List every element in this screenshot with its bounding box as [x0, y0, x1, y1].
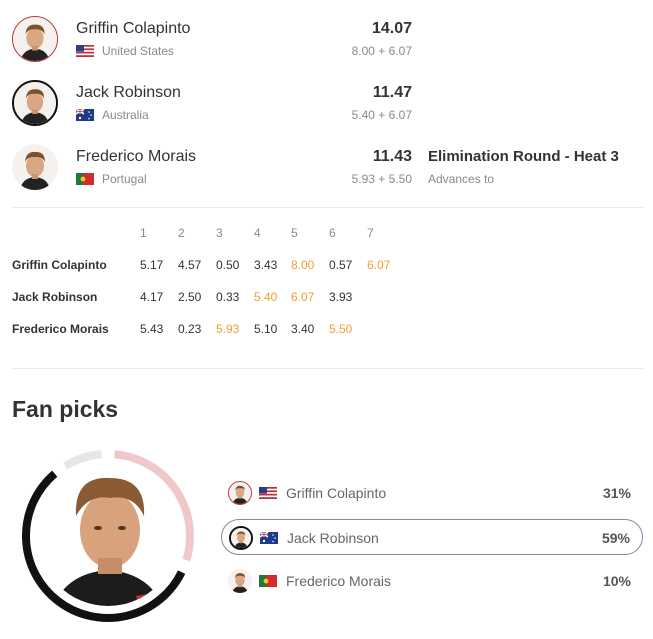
wave-row-name: Jack Robinson: [12, 290, 98, 304]
wave-score: 4.17: [140, 290, 164, 304]
wave-score: 5.43: [140, 322, 164, 336]
heat-total: 11.43: [372, 148, 412, 165]
wave-score: 3.43: [254, 258, 278, 272]
pick-percent: 10%: [602, 573, 631, 589]
divider: [12, 207, 644, 208]
wave-score-counting: 8.00: [291, 258, 315, 272]
fan-picks-donut: [18, 446, 198, 626]
wave-score: 3.93: [329, 290, 353, 304]
surfer-row[interactable]: Frederico Morais Portugal 11.43 5.93 + 5…: [0, 144, 653, 208]
au-flag-icon: [260, 532, 278, 544]
wave-score: 5.17: [140, 258, 164, 272]
wave-row-name: Griffin Colapinto: [12, 258, 107, 272]
wave-header: 6: [329, 226, 336, 240]
surfer-row[interactable]: Jack Robinson Australia 11.47 5.40 + 6.0…: [0, 80, 653, 144]
wave-score: 0.57: [329, 258, 353, 272]
fan-picks-title: Fan picks: [12, 396, 119, 422]
pick-avatar: [228, 481, 252, 505]
wave-header: 3: [216, 226, 223, 240]
wave-score-counting: 5.93: [216, 322, 240, 336]
pick-percent: 31%: [602, 485, 631, 501]
wave-row-name: Frederico Morais: [12, 322, 109, 336]
heat-total: 14.07: [371, 20, 412, 37]
surfer-country: Portugal: [76, 172, 147, 186]
wave-score: 3.40: [291, 322, 315, 336]
wave-header: 5: [291, 226, 298, 240]
surfer-name[interactable]: Frederico Morais: [76, 148, 196, 166]
donut-segment: [63, 450, 102, 470]
score-breakdown: 5.40 + 6.07: [351, 108, 412, 122]
pick-avatar: [228, 569, 252, 593]
us-flag-icon: [76, 45, 94, 57]
wave-score-counting: 5.40: [254, 290, 278, 304]
pick-name: Frederico Morais: [286, 573, 392, 589]
selected-surfer-photo: [38, 466, 178, 606]
surfer-name[interactable]: Griffin Colapinto: [76, 20, 190, 38]
fan-pick-option-selected[interactable]: Jack Robinson 59%: [221, 519, 643, 555]
surfer-country: Australia: [76, 108, 149, 122]
surfer-row[interactable]: Griffin Colapinto United States 14.07 8.…: [0, 16, 653, 80]
divider: [12, 368, 644, 369]
wave-score-counting: 5.50: [329, 322, 353, 336]
pick-name: Jack Robinson: [287, 530, 379, 546]
wave-score: 0.50: [216, 258, 240, 272]
surfer-avatar: [12, 80, 58, 126]
wave-header: 2: [178, 226, 185, 240]
au-flag-icon: [76, 109, 94, 121]
next-round-link[interactable]: Elimination Round - Heat 3: [428, 148, 619, 165]
score-breakdown: 8.00 + 6.07: [351, 44, 412, 58]
surfer-avatar: [12, 16, 58, 62]
wave-header: 7: [367, 226, 374, 240]
surfer-name[interactable]: Jack Robinson: [76, 84, 181, 102]
surfer-avatar: [12, 144, 58, 190]
wave-score-counting: 6.07: [367, 258, 391, 272]
pt-flag-icon: [259, 575, 277, 587]
fan-pick-option[interactable]: Griffin Colapinto 31%: [221, 475, 643, 511]
pick-avatar: [229, 526, 253, 550]
wave-header: 1: [140, 226, 147, 240]
wave-score-counting: 6.07: [291, 290, 315, 304]
next-round-label: Advances to: [428, 172, 495, 186]
wave-score: 4.57: [178, 258, 202, 272]
surfer-country: United States: [76, 44, 174, 58]
heat-total: 11.47: [372, 84, 412, 101]
pick-percent: 59%: [601, 530, 630, 546]
wave-score: 5.10: [254, 322, 278, 336]
wave-score: 2.50: [178, 290, 202, 304]
wave-header: 4: [254, 226, 261, 240]
pick-name: Griffin Colapinto: [286, 485, 387, 501]
fan-pick-option[interactable]: Frederico Morais 10%: [221, 563, 643, 599]
wave-score: 0.23: [178, 322, 202, 336]
us-flag-icon: [259, 487, 277, 499]
pt-flag-icon: [76, 173, 94, 185]
score-breakdown: 5.93 + 5.50: [351, 172, 412, 186]
wave-score: 0.33: [216, 290, 240, 304]
